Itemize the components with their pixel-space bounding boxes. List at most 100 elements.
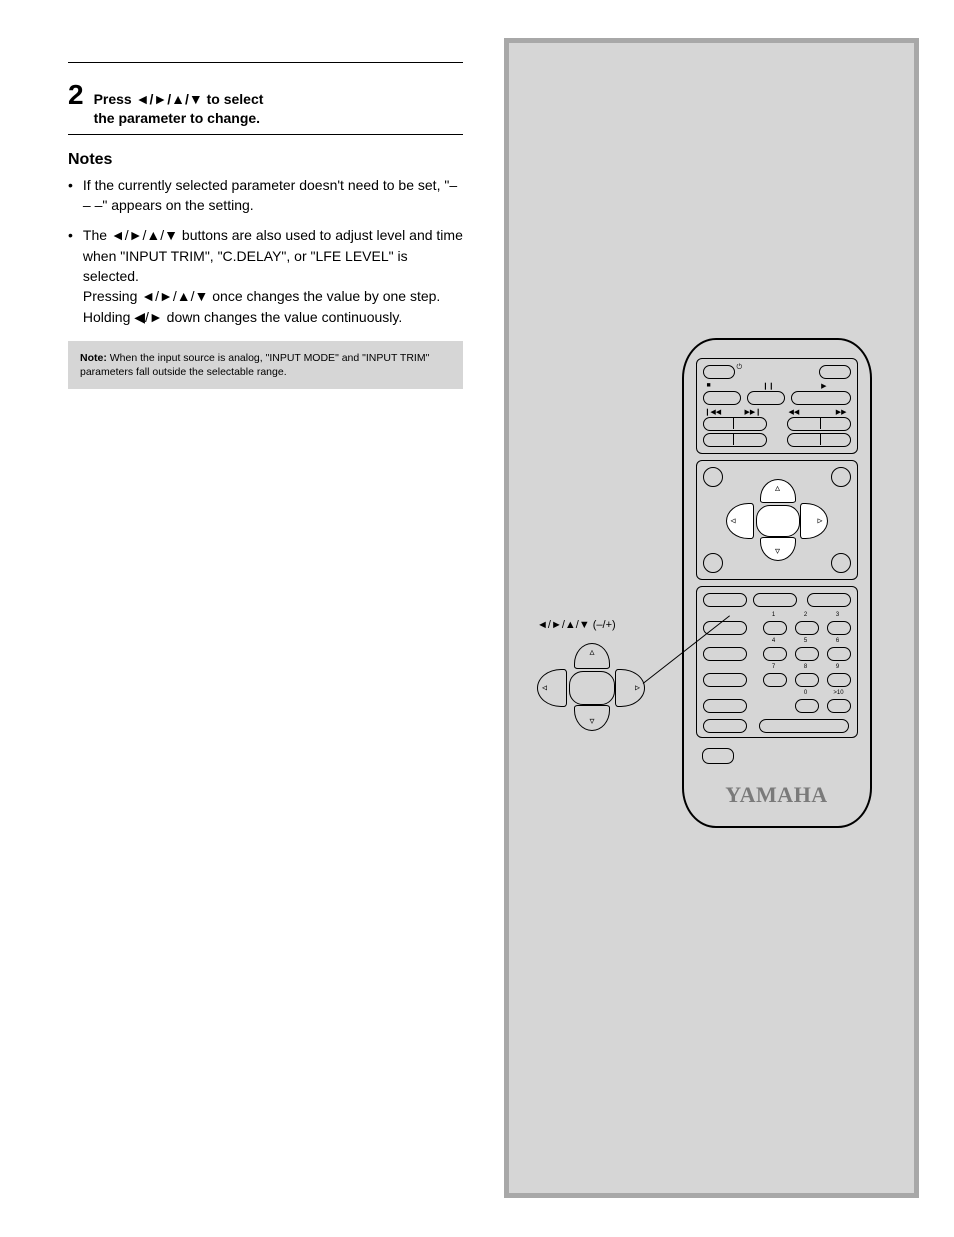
corner-button-br[interactable] [831,553,851,573]
num-button-5[interactable] [795,647,819,661]
func-button-b[interactable] [753,593,797,607]
num-label: 8 [801,664,811,670]
button-divider [733,433,734,445]
pill-button[interactable] [703,699,747,713]
num-label: 9 [833,664,843,670]
search-button-left[interactable] [703,433,767,447]
skip-button-right[interactable] [787,417,851,431]
dpad-right[interactable]: ▹ [800,503,828,539]
num-button-3[interactable] [827,621,851,635]
num-label: 7 [769,664,779,670]
search-button-right[interactable] [787,433,851,447]
num-label: >10 [830,690,848,696]
num-label: 1 [769,612,779,618]
rew-icon: ◀◀ [789,408,800,416]
func-button-a[interactable] [703,593,747,607]
num-button-8[interactable] [795,673,819,687]
num-button-4[interactable] [763,647,787,661]
num-label: 2 [801,612,811,618]
func-button-c[interactable] [807,593,851,607]
left-column: 2 Press ◄/►/▲/▼ to select the parameter … [68,60,463,389]
wide-button[interactable] [759,719,849,733]
bullet-text: If the currently selected parameter does… [83,175,463,216]
skip-fwd-icon: ▶▶❙ [745,408,762,416]
skip-button-left[interactable] [703,417,767,431]
note-body: When the input source is analog, "INPUT … [80,352,429,378]
step-line2: the parameter to change. [94,110,261,126]
corner-button-bl[interactable] [703,553,723,573]
d-pad: ▵ ▿ ◃ ▹ [726,479,828,561]
dpad-right: ▹ [615,669,645,707]
pill-button[interactable] [703,621,747,635]
skip-back-icon: ❙◀◀ [705,408,722,416]
remote-illustration-panel: ◄/►/▲/▼ (–/+) ⏻ ■ ❙❙ ▶ ❙◀◀ ▶▶❙ ◀◀ ▶▶ [504,38,919,1198]
dpad-callout: ▵ ▿ ◃ ▹ [537,643,645,731]
remote-bottom-panel: 1 2 3 4 5 6 7 8 9 [696,586,858,738]
stop-button[interactable] [703,391,741,405]
pill-button[interactable] [703,673,747,687]
highlighted-note: Note: When the input source is analog, "… [68,341,463,389]
num-label: 3 [833,612,843,618]
chevron-left-icon: ◃ [542,683,547,694]
num-button-1[interactable] [763,621,787,635]
dpad-left[interactable]: ◃ [726,503,754,539]
num-button-2[interactable] [795,621,819,635]
manual-page: 2 Press ◄/►/▲/▼ to select the parameter … [0,0,954,1237]
step-heading: 2 Press ◄/►/▲/▼ to select the parameter … [68,79,463,128]
play-button[interactable] [791,391,851,405]
chevron-down-icon: ▿ [589,716,594,727]
button-divider [733,417,734,429]
footer-button[interactable] [702,748,734,764]
notes-list: If the currently selected parameter does… [68,175,463,327]
pause-button[interactable] [747,391,785,405]
pause-icon: ❙❙ [763,382,775,390]
remote-control: ⏻ ■ ❙❙ ▶ ❙◀◀ ▶▶❙ ◀◀ ▶▶ [682,338,872,828]
num-label: 6 [833,638,843,644]
remote-mid-panel: ▵ ▿ ◃ ▹ [696,460,858,580]
chevron-right-icon: ▹ [635,683,640,694]
num-button-10plus[interactable] [827,699,851,713]
bullet-text: The ◄/►/▲/▼ buttons are also used to adj… [83,225,463,326]
dpad-center[interactable] [756,505,800,537]
chevron-up-icon: ▵ [775,483,780,494]
dpad-left: ◃ [537,669,567,707]
ff-icon: ▶▶ [836,408,847,416]
dpad-callout-label: ◄/►/▲/▼ (–/+) [537,619,616,631]
power-icon: ⏻ [737,364,743,372]
button-divider [820,433,821,445]
dpad-up: ▵ [574,643,610,669]
num-button-9[interactable] [827,673,851,687]
brand-logo: YAMAHA [684,782,870,808]
num-button-7[interactable] [763,673,787,687]
step-number: 2 [68,79,84,111]
num-button-6[interactable] [827,647,851,661]
dpad-up[interactable]: ▵ [760,479,796,503]
stop-icon: ■ [707,382,711,389]
chevron-up-icon: ▵ [589,647,594,658]
chevron-right-icon: ▹ [817,516,822,527]
list-item: If the currently selected parameter does… [68,175,463,216]
num-label: 0 [801,690,811,696]
list-item: The ◄/►/▲/▼ buttons are also used to adj… [68,225,463,326]
num-label: 5 [801,638,811,644]
chevron-down-icon: ▿ [775,546,780,557]
remote-top-panel: ⏻ ■ ❙❙ ▶ ❙◀◀ ▶▶❙ ◀◀ ▶▶ [696,358,858,454]
step-instruction: Press ◄/►/▲/▼ to select the parameter to… [94,90,463,128]
divider [68,134,463,135]
dpad-center [569,671,615,705]
chevron-left-icon: ◃ [731,516,736,527]
notes-heading: Notes [68,151,463,169]
power-button[interactable] [703,365,735,379]
pill-button[interactable] [703,719,747,733]
dpad-down[interactable]: ▿ [760,537,796,561]
play-icon: ▶ [821,382,826,390]
button-divider [820,417,821,429]
corner-button-tr[interactable] [831,467,851,487]
pill-button[interactable] [703,647,747,661]
dpad-down: ▿ [574,705,610,731]
step-line1: Press ◄/►/▲/▼ to select [94,91,264,107]
num-button-0[interactable] [795,699,819,713]
corner-button-tl[interactable] [703,467,723,487]
divider [68,62,463,63]
top-right-button[interactable] [819,365,851,379]
